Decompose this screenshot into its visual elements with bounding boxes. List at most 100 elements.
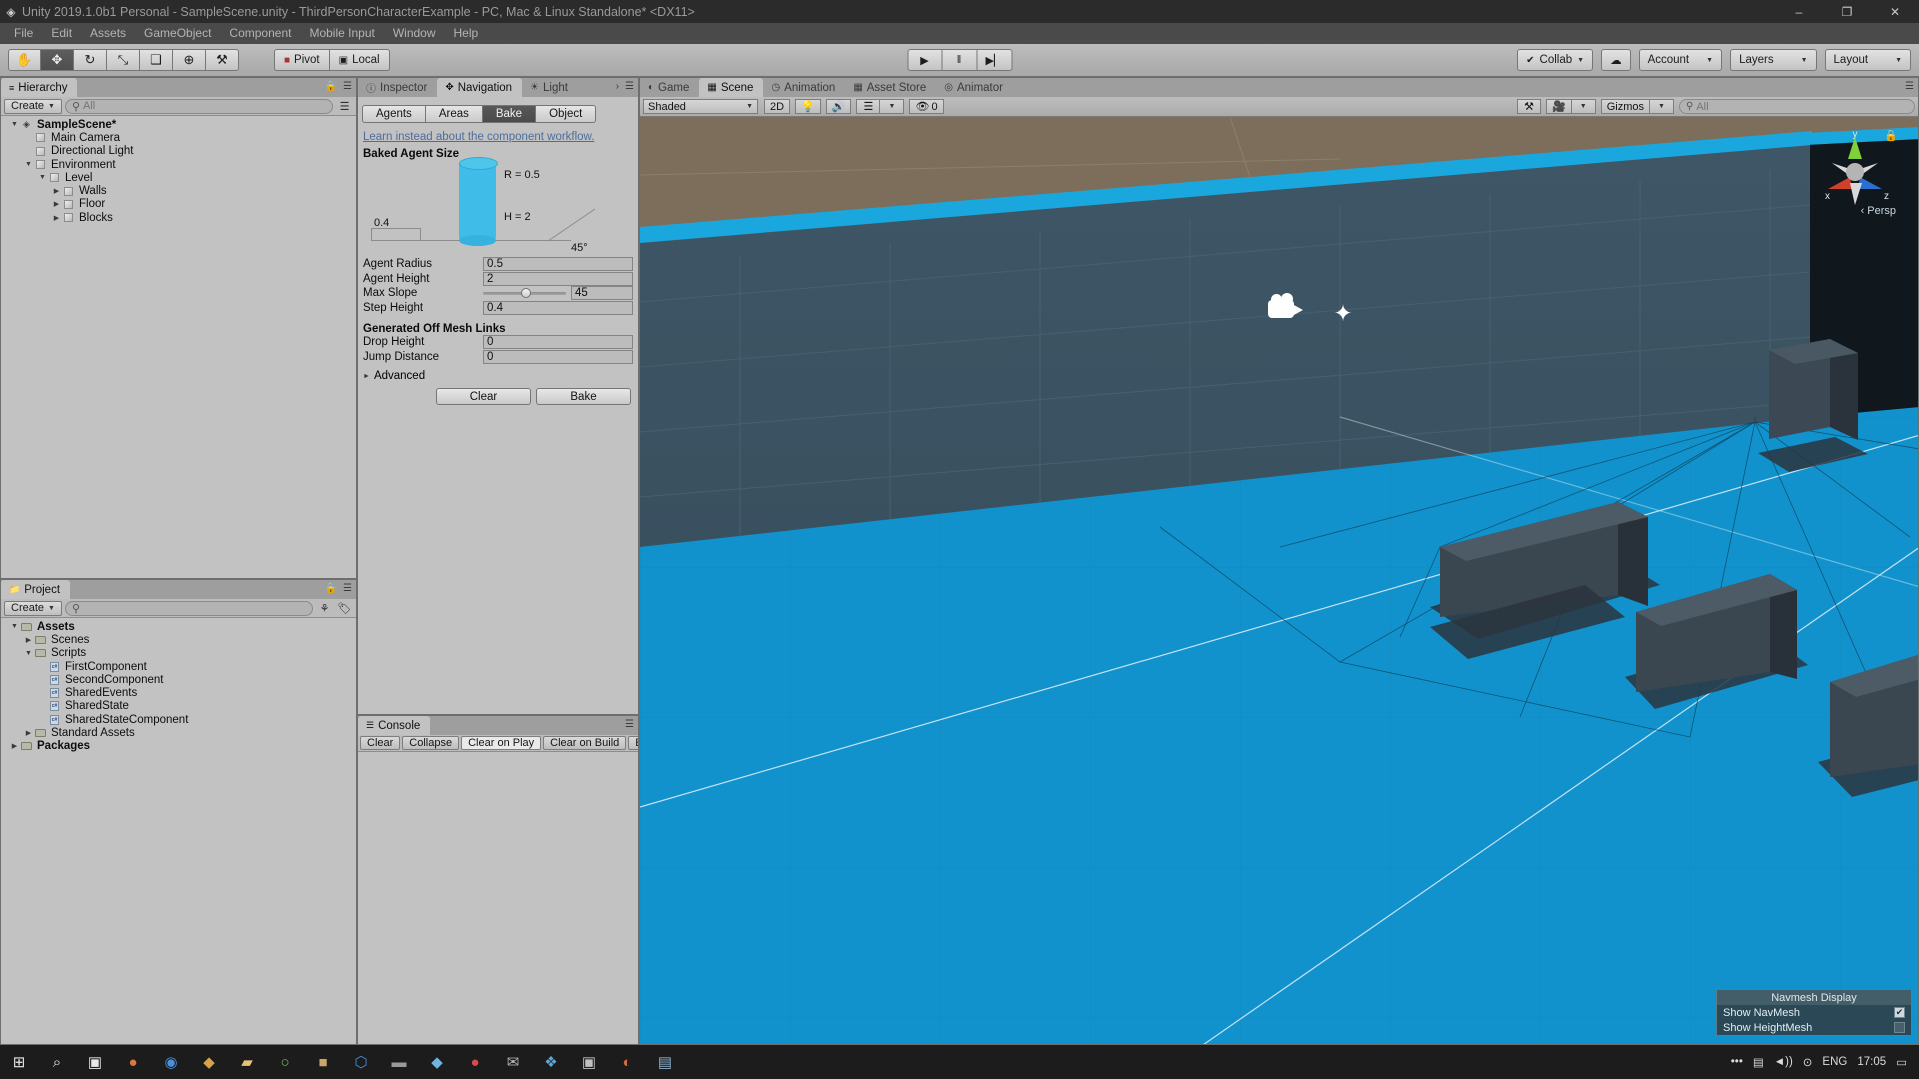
console-log-area[interactable] [358, 752, 638, 1044]
chevron-right-icon[interactable]: ▶ [51, 200, 62, 208]
app1-icon[interactable]: ■ [304, 1045, 342, 1079]
tree-row[interactable]: c# SharedStateComponent [1, 713, 356, 726]
scale-tool-button[interactable]: ⤡ [107, 49, 140, 71]
project-search-field[interactable]: ⚲ [64, 600, 313, 616]
app7-icon[interactable]: ◐ [608, 1045, 646, 1079]
scene-search-input[interactable] [1696, 100, 1908, 113]
custom-tool-button[interactable]: ⚒ [206, 49, 239, 71]
scene-camera-caret[interactable]: ▼ [1571, 99, 1596, 114]
layers-button[interactable]: Layers ▼ [1730, 49, 1817, 71]
scene-fx-caret[interactable]: ▼ [880, 99, 905, 114]
menu-item-gameobject[interactable]: GameObject [135, 23, 220, 44]
clock[interactable]: 17:05 [1857, 1056, 1886, 1068]
tab-overflow-icon[interactable]: › [616, 81, 619, 92]
tab-console[interactable]: ☰ Console [358, 716, 431, 735]
chevron-right-icon[interactable]: ▶ [23, 729, 34, 737]
tree-row[interactable]: ▶ Standard Assets [1, 726, 356, 739]
close-button[interactable]: ✕ [1871, 0, 1919, 23]
subtab-areas[interactable]: Areas [425, 105, 483, 123]
scene-lighting-toggle[interactable]: 💡 [795, 99, 821, 114]
app3-icon[interactable]: ◆ [418, 1045, 456, 1079]
options-menu-icon[interactable]: ☰ [625, 81, 634, 92]
tab-hierarchy[interactable]: ≡ Hierarchy [1, 78, 78, 97]
tab-inspector[interactable]: ⓘ Inspector [358, 78, 438, 97]
clear-button[interactable]: Clear [436, 388, 531, 405]
app6-icon[interactable]: ▣ [570, 1045, 608, 1079]
mail-icon[interactable]: ✉ [494, 1045, 532, 1079]
maximize-button[interactable]: ❐ [1823, 0, 1871, 23]
advanced-foldout[interactable]: ► Advanced [363, 370, 638, 382]
step-button[interactable]: ▶▏ [977, 49, 1012, 71]
bake-button[interactable]: Bake [536, 388, 631, 405]
tree-row[interactable]: ▶ Floor [1, 198, 356, 211]
show-navmesh-checkbox[interactable]: ✔ [1894, 1007, 1905, 1018]
subtab-object[interactable]: Object [536, 105, 597, 123]
volume-icon[interactable]: ◄)) [1774, 1056, 1793, 1068]
app5-icon[interactable]: ❖ [532, 1045, 570, 1079]
rect-tool-button[interactable]: ❑ [140, 49, 173, 71]
tray-overflow-icon[interactable]: ••• [1731, 1056, 1743, 1068]
app2-icon[interactable]: ▬ [380, 1045, 418, 1079]
show-heightmesh-checkbox[interactable] [1894, 1022, 1905, 1033]
app4-icon[interactable]: ● [456, 1045, 494, 1079]
console-collapse-button[interactable]: Collapse [402, 736, 460, 750]
tree-row[interactable]: ▼ ◈ SampleScene* [1, 118, 356, 131]
perspective-label[interactable]: ‹ Persp [1861, 205, 1896, 217]
folder-icon[interactable]: ▰ [228, 1045, 266, 1079]
hierarchy-search-input[interactable] [83, 100, 326, 112]
subtab-agents[interactable]: Agents [362, 105, 426, 123]
tab-light[interactable]: ☀ Light [522, 78, 578, 97]
scene-tools-button[interactable]: ⚒ [1517, 99, 1542, 114]
pause-button[interactable]: ‖ [942, 49, 977, 71]
hierarchy-filter-icon[interactable]: ☰ [336, 99, 353, 114]
scene-viewport[interactable]: ✦ y x z ‹ Persp 🔒 Navmesh Display Show N… [640, 117, 1918, 1044]
tab-navigation[interactable]: ✥ Navigation [437, 78, 523, 97]
show-heightmesh-row[interactable]: Show HeightMesh [1717, 1020, 1911, 1035]
menu-item-assets[interactable]: Assets [81, 23, 135, 44]
taskview-icon[interactable]: ▣ [76, 1045, 114, 1079]
layout-button[interactable]: Layout ▼ [1824, 49, 1911, 71]
network-icon[interactable]: ▤ [1753, 1055, 1764, 1069]
options-menu-icon[interactable]: ☰ [1905, 81, 1914, 92]
menu-item-window[interactable]: Window [384, 23, 445, 44]
cloud-button[interactable]: ☁ [1601, 49, 1631, 71]
light-gizmo[interactable]: ✦ [1330, 300, 1356, 326]
lock-icon[interactable]: 🔒 [325, 583, 337, 594]
scene-hidden-objects-toggle[interactable]: 👁 0 [909, 99, 944, 114]
gizmos-button[interactable]: Gizmos [1600, 99, 1650, 114]
rotate-tool-button[interactable]: ↻ [74, 49, 107, 71]
scene-audio-toggle[interactable]: 🔊 [825, 99, 852, 114]
tree-row[interactable]: ▶ Packages [1, 740, 356, 753]
tree-row[interactable]: ▼ Level [1, 171, 356, 184]
hierarchy-create-button[interactable]: Create ▼ [4, 98, 62, 114]
chevron-down-icon[interactable]: ▼ [37, 174, 48, 181]
chevron-right-icon[interactable]: ▶ [23, 636, 34, 644]
move-tool-button[interactable]: ✥ [41, 49, 74, 71]
max-slope-slider-handle[interactable] [521, 287, 532, 298]
jump-distance-input[interactable]: 0 [483, 349, 633, 364]
scene-fx-dropdown[interactable]: ☰ [856, 99, 881, 114]
hierarchy-search-field[interactable]: ⚲ [64, 98, 333, 114]
tree-row[interactable]: Directional Light [1, 145, 356, 158]
shading-mode-dropdown[interactable]: Shaded ▼ [643, 99, 758, 114]
chrome-icon[interactable]: ◉ [152, 1045, 190, 1079]
tab-asset-store[interactable]: ▦ Asset Store [845, 78, 937, 97]
menu-item-component[interactable]: Component [220, 23, 300, 44]
tree-row[interactable]: c# SharedEvents [1, 686, 356, 699]
play-button[interactable]: ▶ [907, 49, 942, 71]
tab-game[interactable]: ◐ Game [640, 78, 700, 97]
notifications-icon[interactable]: ▭ [1896, 1055, 1907, 1069]
console-clear-on-play-button[interactable]: Clear on Play [461, 736, 542, 750]
chevron-down-icon[interactable]: ▼ [9, 121, 20, 128]
options-menu-icon[interactable]: ☰ [625, 719, 634, 730]
max-slope-input[interactable]: 45 [571, 286, 633, 301]
project-label-icon[interactable]: 🏷 [336, 601, 353, 616]
hand-tool-button[interactable]: ✋ [8, 49, 41, 71]
tree-row[interactable]: c# FirstComponent [1, 660, 356, 673]
tree-row[interactable]: ▼ Scripts [1, 647, 356, 660]
tree-row[interactable]: c# SharedState [1, 700, 356, 713]
pivot-toggle-button[interactable]: ■ Pivot [274, 49, 330, 71]
menu-item-mobile-input[interactable]: Mobile Input [300, 23, 383, 44]
chevron-down-icon[interactable]: ▼ [9, 623, 20, 630]
agent-height-input[interactable]: 2 [483, 271, 633, 286]
